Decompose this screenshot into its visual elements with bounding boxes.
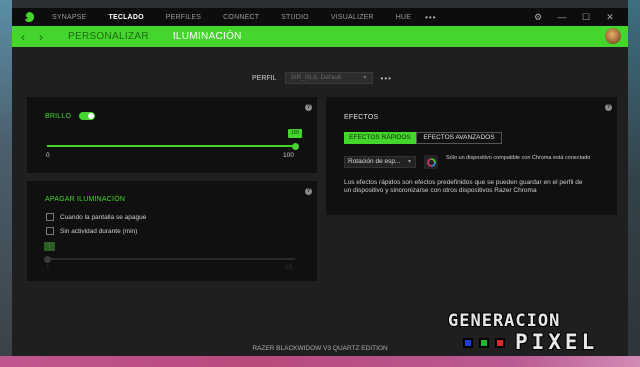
- profile-select[interactable]: SIR_RL8, Default ▾: [284, 72, 373, 84]
- effects-title: EFECTOS: [344, 114, 379, 121]
- inactivity-max-label: 15: [285, 264, 293, 271]
- nav-tab-visualizer[interactable]: VISUALIZER: [331, 14, 374, 21]
- sub-navigation-bar: ‹ › PERSONALIZAR ILUMINACIÓN: [12, 26, 628, 47]
- nav-tab-studio[interactable]: STUDIO: [281, 14, 309, 21]
- chroma-icon: [424, 155, 438, 169]
- power-off-panel: ? APAGAR ILUMINACIÓN Cuando la pantalla …: [27, 181, 317, 281]
- info-icon[interactable]: ?: [605, 104, 612, 111]
- tab-iluminacion[interactable]: ILUMINACIÓN: [173, 31, 242, 42]
- watermark-line1: GENERACION: [448, 311, 561, 331]
- watermark-red-square: [495, 338, 505, 348]
- brightness-title: BRILLO: [45, 113, 72, 120]
- profile-select-value: SIR_RL8, Default: [290, 74, 342, 81]
- toggle-knob: [88, 113, 94, 119]
- tab-quick-effects[interactable]: EFECTOS RÁPIDOS: [344, 132, 416, 144]
- brightness-max-label: 100: [283, 152, 294, 159]
- chevron-down-icon: ▾: [363, 75, 367, 81]
- effect-select[interactable]: Rotación de esp... ▾: [344, 156, 416, 168]
- inactivity-slider-thumb[interactable]: [44, 255, 51, 263]
- profile-more-icon[interactable]: •••: [381, 74, 392, 83]
- desktop-wallpaper-right: [628, 0, 640, 367]
- brightness-slider-thumb[interactable]: [291, 142, 299, 150]
- back-arrow-icon[interactable]: ‹: [16, 30, 30, 44]
- nav-tab-teclado[interactable]: TECLADO: [108, 14, 143, 21]
- power-off-title: APAGAR ILUMINACIÓN: [45, 196, 126, 203]
- info-icon[interactable]: ?: [305, 104, 312, 111]
- brightness-min-label: 0: [46, 152, 50, 159]
- effect-select-value: Rotación de esp...: [348, 158, 401, 165]
- profile-row: PERFIL SIR_RL8, Default ▾ •••: [252, 72, 392, 84]
- info-icon[interactable]: ?: [305, 188, 312, 195]
- minimize-icon[interactable]: —: [550, 12, 574, 22]
- nav-tab-synapse[interactable]: SYNAPSE: [52, 14, 86, 21]
- nav-tab-connect[interactable]: CONNECT: [223, 14, 259, 21]
- nav-more-icon[interactable]: •••: [425, 13, 436, 22]
- brightness-slider-fill: [47, 145, 295, 147]
- chroma-note: Sólo un dispositivo compatible con Chrom…: [446, 155, 591, 161]
- inactivity-min-label: 1: [46, 264, 50, 271]
- watermark-green-square: [479, 338, 489, 348]
- watermark-blue-square: [463, 338, 473, 348]
- profile-label: PERFIL: [252, 74, 277, 82]
- brightness-toggle[interactable]: [79, 112, 95, 120]
- effects-description: Los efectos rápidos son efectos predefin…: [344, 179, 583, 194]
- screen-off-checkbox[interactable]: [46, 213, 54, 221]
- title-bar: SYNAPSE TECLADO PERFILES CONNECT STUDIO …: [12, 8, 628, 26]
- desktop-wallpaper-left: [0, 0, 12, 367]
- forward-arrow-icon[interactable]: ›: [34, 30, 48, 44]
- effects-panel: ? EFECTOS EFECTOS RÁPIDOS EFECTOS AVANZA…: [326, 97, 617, 215]
- maximize-icon[interactable]: ☐: [574, 12, 598, 23]
- inactivity-value-badge: 1: [44, 242, 55, 251]
- synapse-window: SYNAPSE TECLADO PERFILES CONNECT STUDIO …: [12, 8, 628, 356]
- tab-advanced-effects[interactable]: EFECTOS AVANZADOS: [416, 132, 502, 144]
- watermark-line2: PIXEL: [515, 330, 599, 354]
- close-icon[interactable]: ✕: [598, 12, 622, 23]
- settings-gear-icon[interactable]: ⚙: [526, 12, 550, 23]
- user-avatar[interactable]: [605, 28, 621, 44]
- nav-tab-perfiles[interactable]: PERFILES: [166, 14, 201, 21]
- window-controls: ⚙ — ☐ ✕: [526, 8, 622, 26]
- nav-tab-hue[interactable]: HUE: [396, 14, 411, 21]
- brightness-value-badge: 100: [288, 129, 302, 138]
- tab-personalizar[interactable]: PERSONALIZAR: [68, 31, 149, 42]
- screen-off-label: Cuando la pantalla se apague: [60, 214, 147, 221]
- main-content: PERFIL SIR_RL8, Default ▾ ••• ? BRILLO 1…: [12, 47, 628, 356]
- inactivity-slider-track[interactable]: [47, 258, 295, 260]
- inactivity-checkbox[interactable]: [46, 227, 54, 235]
- inactivity-label: Sin actividad durante (min): [60, 228, 138, 235]
- brightness-panel: ? BRILLO 100 0 100: [27, 97, 317, 173]
- desktop-wallpaper-bottom: [0, 356, 640, 367]
- razer-logo-icon[interactable]: [22, 10, 36, 24]
- generacion-pixel-watermark: GENERACION PIXEL: [448, 311, 624, 356]
- chevron-down-icon: ▾: [407, 159, 411, 165]
